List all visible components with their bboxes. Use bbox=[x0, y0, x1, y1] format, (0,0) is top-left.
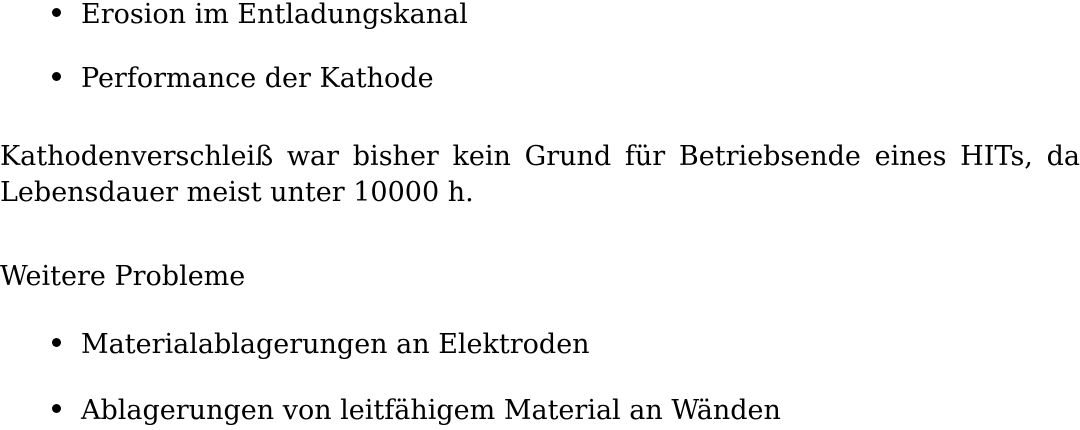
list-item-text: Performance der Kathode bbox=[81, 63, 434, 94]
list-item: Erosion im Entladungskanal bbox=[52, 0, 468, 30]
list-item: Materialablagerungen an Elektroden bbox=[52, 330, 590, 360]
bullet-icon bbox=[52, 404, 61, 413]
paragraph-line: Lebensdauer meist unter 10000 h. bbox=[0, 177, 474, 208]
list-item: Ablagerungen von leitfähigem Material an… bbox=[52, 396, 781, 426]
paragraph-line: Kathodenverschleiß war bisher kein Grund… bbox=[0, 141, 1080, 172]
list-item-text: Materialablagerungen an Elektroden bbox=[81, 329, 590, 360]
list-item-text: Erosion im Entladungskanal bbox=[81, 0, 468, 30]
list-item-text: Ablagerungen von leitfähigem Material an… bbox=[81, 395, 781, 426]
bullet-icon bbox=[52, 72, 61, 81]
bullet-icon bbox=[52, 338, 61, 347]
paragraph: Kathodenverschleiß war bisher kein Grund… bbox=[0, 139, 1080, 211]
bullet-icon bbox=[52, 8, 61, 17]
section-heading: Weitere Probleme bbox=[0, 259, 1080, 295]
section-heading-text: Weitere Probleme bbox=[0, 261, 246, 292]
document-page: Erosion im Entladungskanal Performance d… bbox=[0, 0, 1080, 430]
list-item: Performance der Kathode bbox=[52, 64, 434, 94]
